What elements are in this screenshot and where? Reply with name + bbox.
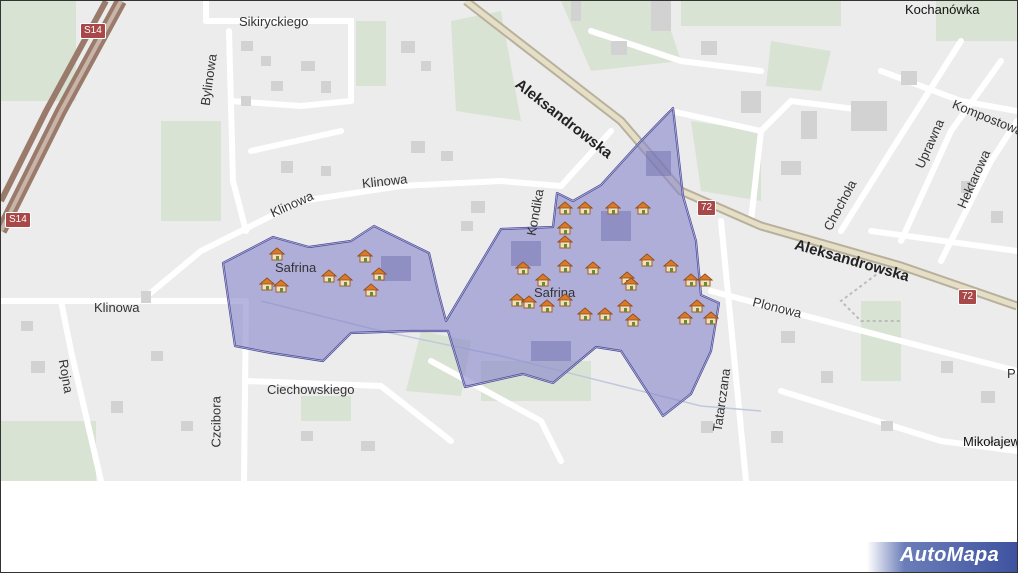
house-icon[interactable]: [605, 201, 621, 215]
house-icon[interactable]: [521, 295, 537, 309]
house-icon[interactable]: [577, 307, 593, 321]
map-frame: S14 S14 72 72 Sikiryckiego Bylinowa Klin…: [0, 0, 1018, 573]
house-icon[interactable]: [557, 259, 573, 273]
house-icon[interactable]: [371, 267, 387, 281]
house-icon[interactable]: [677, 311, 693, 325]
house-icon[interactable]: [663, 259, 679, 273]
house-icon[interactable]: [577, 201, 593, 215]
automapa-logo[interactable]: AutoMapa: [867, 542, 1017, 572]
house-icon[interactable]: [363, 283, 379, 297]
house-icon[interactable]: [557, 293, 573, 307]
house-icon[interactable]: [535, 273, 551, 287]
house-icon[interactable]: [273, 279, 289, 293]
street-label: Klinowa: [94, 300, 140, 315]
house-icon[interactable]: [557, 201, 573, 215]
house-icon[interactable]: [597, 307, 613, 321]
house-icon[interactable]: [357, 249, 373, 263]
house-icon[interactable]: [515, 261, 531, 275]
house-icon[interactable]: [623, 277, 639, 291]
house-icon[interactable]: [697, 273, 713, 287]
house-icon[interactable]: [321, 269, 337, 283]
house-icon[interactable]: [617, 299, 633, 313]
house-icon[interactable]: [635, 201, 651, 215]
house-icon[interactable]: [703, 311, 719, 325]
place-label: Mikołajew: [963, 434, 1017, 449]
house-icon[interactable]: [585, 261, 601, 275]
street-label: Czcibora: [208, 396, 224, 448]
street-label: Safrina: [275, 260, 317, 275]
house-icon[interactable]: [269, 247, 285, 261]
house-icon[interactable]: [557, 235, 573, 249]
map-canvas[interactable]: S14 S14 72 72 Sikiryckiego Bylinowa Klin…: [1, 1, 1017, 481]
house-icon[interactable]: [557, 221, 573, 235]
street-label: Ciechowskiego: [267, 382, 355, 397]
road-shield-72: 72: [697, 200, 717, 216]
street-label: Sikiryckiego: [239, 14, 309, 29]
place-label: Kochanówka: [905, 2, 980, 17]
map-base: [1, 1, 1017, 481]
house-icon[interactable]: [625, 313, 641, 327]
road-shield-s14: S14: [5, 212, 31, 228]
house-icon[interactable]: [337, 273, 353, 287]
street-label: P: [1007, 366, 1016, 381]
logo-text: AutoMapa: [899, 544, 999, 566]
road-shield-s14: S14: [80, 23, 106, 39]
house-icon[interactable]: [539, 299, 555, 313]
road-shield-72: 72: [958, 289, 978, 305]
house-icon[interactable]: [639, 253, 655, 267]
